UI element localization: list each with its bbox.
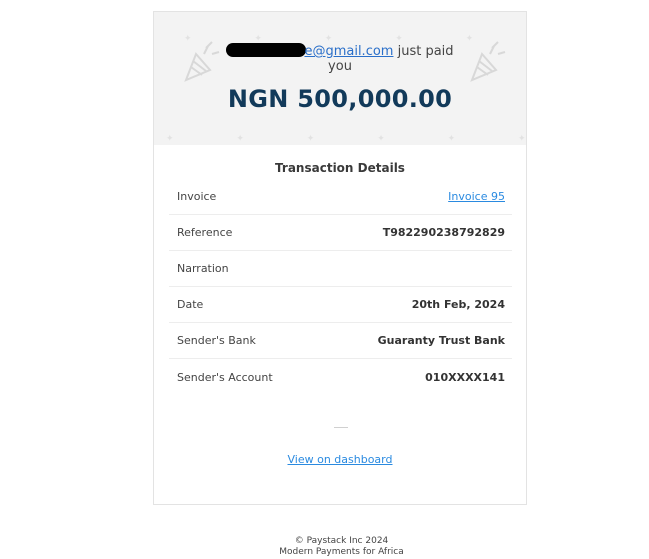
- detail-row: Sender's Bank Guaranty Trust Bank: [169, 323, 512, 359]
- detail-value: 20th Feb, 2024: [411, 298, 505, 311]
- divider: [334, 427, 348, 428]
- detail-label: Invoice: [177, 190, 217, 203]
- detail-row: Sender's Account 010XXXX141: [169, 359, 512, 395]
- footer-tagline: Modern Payments for Africa: [279, 547, 404, 557]
- detail-row: Narration: [169, 251, 512, 287]
- decorative-sparkles-bottom: ✦ ✦ ✦ ✦ ✦ ✦ ✦ ✦ ✦ ✦ ✦: [166, 134, 526, 144]
- payment-amount: NGN 500,000.00: [227, 85, 453, 113]
- invoice-link[interactable]: Invoice 95: [448, 190, 505, 203]
- detail-label: Reference: [177, 226, 233, 239]
- payer-email-link[interactable]: e@gmail.com: [304, 44, 393, 59]
- view-dashboard-link[interactable]: View on dashboard: [154, 453, 526, 466]
- footer: © Paystack Inc 2024 Modern Payments for …: [0, 536, 649, 558]
- detail-row: Date 20th Feb, 2024: [169, 287, 512, 323]
- detail-row: Reference T982290238792829: [169, 215, 512, 251]
- receipt-card: ✦ ✦ ✦ ✦ ✦ ✦ ✦ ✦ ✦ ✦ ✦ ✦ ✦ ✦ ✦ ✦ ✦ ✦ ✦ ✦ …: [153, 11, 527, 505]
- detail-value: T982290238792829: [382, 226, 505, 239]
- detail-label: Date: [177, 298, 204, 311]
- payer-message: e@gmail.com just paid you: [154, 43, 526, 74]
- paid-text: just paid: [397, 44, 454, 59]
- footer-copyright: © Paystack Inc 2024: [294, 536, 389, 546]
- transaction-details-list: Invoice Invoice 95 Reference T9822902387928…: [169, 179, 512, 395]
- transaction-details-title: Transaction Details: [275, 161, 405, 175]
- detail-label: Narration: [177, 262, 229, 275]
- redacted-email-prefix: [226, 43, 307, 57]
- detail-value: 010XXXX141: [425, 370, 505, 384]
- receipt-header: ✦ ✦ ✦ ✦ ✦ ✦ ✦ ✦ ✦ ✦ ✦ ✦ ✦ ✦ ✦ ✦ ✦ ✦ ✦ ✦ …: [154, 12, 526, 145]
- detail-label: Sender's Bank: [177, 334, 256, 347]
- detail-row: Invoice Invoice 95: [169, 179, 512, 215]
- detail-label: Sender's Account: [177, 370, 273, 384]
- you-text: you: [328, 59, 352, 74]
- detail-value: Guaranty Trust Bank: [377, 334, 505, 347]
